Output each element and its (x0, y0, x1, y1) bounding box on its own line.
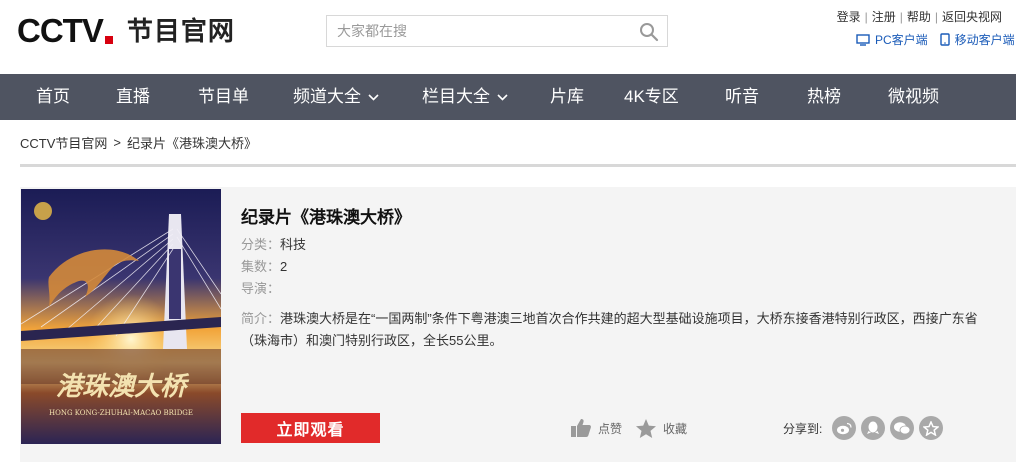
breadcrumb: CCTV节目官网 > 纪录片《港珠澳大桥》 (20, 133, 257, 152)
nav-home[interactable]: 首页 (36, 74, 70, 120)
thumbs-up-icon (571, 419, 591, 437)
search-input[interactable] (327, 16, 627, 46)
nav-library[interactable]: 片库 (550, 74, 584, 120)
nav-columns-label: 栏目大全 (422, 87, 490, 106)
wechat-icon[interactable] (890, 416, 915, 440)
return-cctv-link[interactable]: 返回央视网 (942, 8, 1002, 25)
site-name: 节目官网 (126, 16, 235, 46)
nav-audio[interactable]: 听音 (725, 74, 759, 120)
mobile-client-label: 移动客户端 (954, 33, 1015, 47)
category-value: 科技 (280, 237, 307, 252)
category-label: 分类： (241, 237, 281, 252)
like-button[interactable]: 点赞 (570, 418, 622, 438)
divider (20, 164, 1016, 167)
nav-live[interactable]: 直播 (116, 74, 150, 120)
meta-episodes: 集数：2 (241, 256, 287, 275)
site-header: CCTV 节目官网 登录 | 注册 | 帮助 | 返回央视网 PC客户端 移动客… (0, 0, 1016, 74)
favorite-button[interactable]: 收藏 (635, 418, 687, 439)
login-link[interactable]: 登录 (837, 8, 861, 25)
qq-icon[interactable] (861, 416, 886, 440)
intro-text: 港珠澳大桥是在“一国两制”条件下粤港澳三地首次合作共建的超大型基础设施项目，大桥… (241, 311, 978, 348)
cctv-logo[interactable]: CCTV 节目官网 (17, 14, 235, 48)
logo-red-dot (104, 36, 113, 44)
qzone-icon[interactable] (919, 416, 944, 440)
episodes-value: 2 (280, 259, 288, 274)
program-intro: 简介：港珠澳大桥是在“一国两制”条件下粤港澳三地首次合作共建的超大型基础设施项目… (241, 308, 1003, 352)
share-label: 分享到: (783, 421, 823, 436)
search-icon[interactable] (639, 22, 659, 42)
chevron-down-icon (497, 93, 508, 101)
star-icon (636, 419, 656, 438)
poster-title: 港珠澳大桥 (56, 372, 190, 402)
meta-director: 导演： (241, 278, 280, 297)
program-poster[interactable]: 港珠澳大桥 HONG KONG-ZHUHAI-MACAO BRIDGE (21, 189, 221, 444)
nav-microvideo[interactable]: 微视频 (888, 74, 939, 120)
favorite-label: 收藏 (663, 422, 688, 436)
nav-columns[interactable]: 栏目大全 (422, 74, 508, 120)
main-nav: 首页 直播 节目单 频道大全 栏目大全 片库 4K专区 听音 热榜 微视频 (0, 74, 1016, 120)
breadcrumb-home[interactable]: CCTV节目官网 (20, 133, 107, 152)
nav-channels[interactable]: 频道大全 (293, 74, 379, 120)
mobile-client-link[interactable]: 移动客户端 (939, 31, 1015, 48)
nav-channels-label: 频道大全 (293, 87, 361, 106)
chevron-down-icon (368, 93, 379, 101)
meta-category: 分类：科技 (241, 234, 306, 253)
logo-text: CCTV (17, 12, 104, 49)
episodes-label: 集数： (241, 259, 281, 274)
program-title: 纪录片《港珠澳大桥》 (241, 208, 411, 227)
help-link[interactable]: 帮助 (907, 8, 931, 25)
monitor-icon (856, 33, 870, 46)
breadcrumb-separator: > (113, 135, 121, 150)
client-links: PC客户端 移动客户端 (856, 31, 1016, 48)
intro-label: 简介： (241, 311, 281, 326)
pc-client-link[interactable]: PC客户端 (856, 31, 928, 48)
nav-trending[interactable]: 热榜 (807, 74, 841, 120)
nav-schedule[interactable]: 节目单 (198, 74, 249, 120)
nav-4k[interactable]: 4K专区 (624, 74, 679, 120)
pc-client-label: PC客户端 (875, 33, 928, 47)
like-label: 点赞 (598, 421, 623, 436)
poster-subtitle: HONG KONG-ZHUHAI-MACAO BRIDGE (49, 409, 193, 417)
director-label: 导演： (241, 281, 281, 296)
top-links: 登录 | 注册 | 帮助 | 返回央视网 (836, 8, 1002, 25)
watch-now-button[interactable]: 立即观看 (241, 413, 380, 443)
weibo-icon[interactable] (832, 416, 857, 440)
breadcrumb-current: 纪录片《港珠澳大桥》 (126, 136, 257, 151)
search-box (326, 15, 668, 47)
phone-icon (939, 33, 950, 46)
share-bar: 分享到: (783, 416, 948, 440)
program-panel: 港珠澳大桥 HONG KONG-ZHUHAI-MACAO BRIDGE 纪录片《… (20, 187, 1016, 462)
register-link[interactable]: 注册 (872, 8, 896, 25)
